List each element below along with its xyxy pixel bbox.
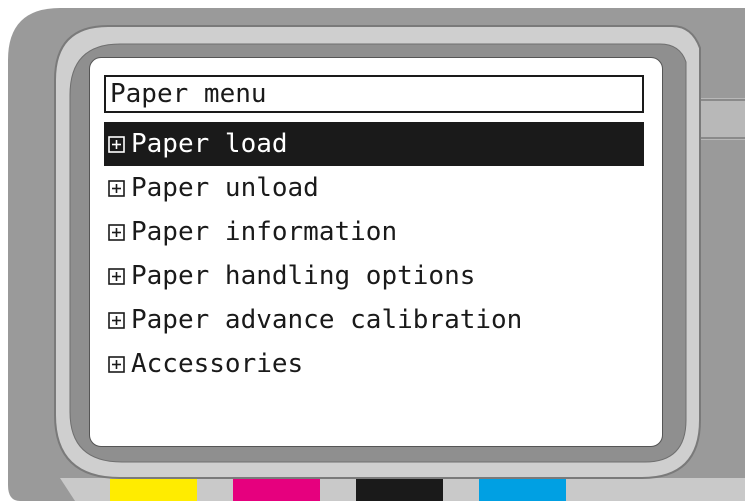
menu-item-label: Paper load	[131, 129, 288, 159]
menu-item-label: Paper advance calibration	[131, 305, 523, 335]
menu-item-paper-handling-options[interactable]: Paper handling options	[104, 254, 644, 298]
menu-item-paper-information[interactable]: Paper information	[104, 210, 644, 254]
menu-item-label: Paper information	[131, 217, 398, 247]
menu-item-paper-unload[interactable]: Paper unload	[104, 166, 644, 210]
cyan-ink-swatch	[479, 479, 566, 501]
expand-plus-icon	[108, 267, 125, 285]
expand-plus-icon	[108, 311, 125, 329]
expand-plus-icon	[108, 355, 125, 373]
menu-item-accessories[interactable]: Accessories	[104, 342, 644, 386]
menu-title: Paper menu	[104, 75, 644, 113]
expand-plus-icon	[108, 179, 125, 197]
menu-item-paper-load[interactable]: Paper load	[104, 122, 644, 166]
black-ink-swatch	[356, 479, 443, 501]
menu-item-paper-advance-calibration[interactable]: Paper advance calibration	[104, 298, 644, 342]
magenta-ink-swatch	[233, 479, 320, 501]
menu-item-label: Accessories	[131, 349, 304, 379]
menu-item-label: Paper unload	[131, 173, 319, 203]
front-panel: Paper menu Paper load Paper unload Paper…	[0, 0, 745, 501]
menu-list: Paper load Paper unload Paper informatio…	[104, 122, 644, 386]
menu-item-label: Paper handling options	[131, 261, 476, 291]
expand-plus-icon	[108, 223, 125, 241]
lcd-screen: Paper menu Paper load Paper unload Paper…	[89, 57, 663, 447]
yellow-ink-swatch	[110, 479, 197, 501]
expand-plus-icon	[108, 135, 125, 153]
